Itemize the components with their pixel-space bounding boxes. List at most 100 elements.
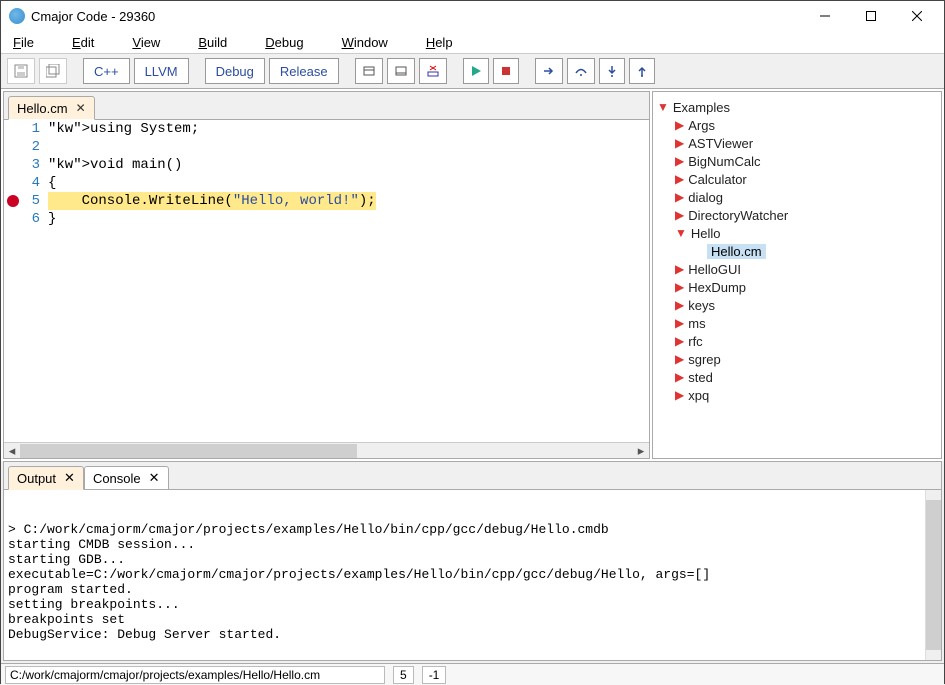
tree-node-sgrep[interactable]: ▶sgrep — [657, 350, 937, 368]
tree-leaf-Hello.cm[interactable]: Hello.cm — [657, 242, 937, 260]
tree-node-Examples[interactable]: ▼Examples — [657, 98, 937, 116]
app-icon — [9, 8, 25, 24]
tree-node-DirectoryWatcher[interactable]: ▶DirectoryWatcher — [657, 206, 937, 224]
tab-console-label: Console — [93, 471, 141, 486]
tree-node-ms[interactable]: ▶ms — [657, 314, 937, 332]
tree-node-ASTViewer[interactable]: ▶ASTViewer — [657, 134, 937, 152]
tree-node-dialog[interactable]: ▶dialog — [657, 188, 937, 206]
cancel-build-icon — [426, 64, 440, 78]
editor-tabs: Hello.cm ✕ — [4, 92, 649, 120]
line-numbers: 123456 — [24, 120, 44, 442]
backend-llvm-button[interactable]: LLVM — [134, 58, 189, 84]
step-over-button[interactable] — [567, 58, 595, 84]
build-project-button[interactable] — [387, 58, 415, 84]
chevron-right-icon: ▶ — [675, 118, 684, 132]
close-output-icon[interactable]: ✕ — [64, 470, 75, 486]
output-text[interactable]: > C:/work/cmajorm/cmajor/projects/exampl… — [4, 490, 941, 660]
main-area: Hello.cm ✕ 123456 "kw">using System;"kw"… — [1, 89, 944, 461]
menu-view[interactable]: View — [132, 35, 160, 50]
chevron-right-icon: ▶ — [675, 316, 684, 330]
step-into-button[interactable] — [599, 58, 625, 84]
solution-tree[interactable]: ▼Examples▶Args▶ASTViewer▶BigNumCalc▶Calc… — [652, 91, 942, 459]
chevron-right-icon: ▶ — [675, 190, 684, 204]
menu-help[interactable]: Help — [426, 35, 453, 50]
tab-output-label: Output — [17, 471, 56, 486]
menu-build[interactable]: Build — [198, 35, 227, 50]
build-solution-button[interactable] — [355, 58, 383, 84]
menu-file[interactable]: File — [13, 35, 34, 50]
tree-node-HexDump[interactable]: ▶HexDump — [657, 278, 937, 296]
chevron-right-icon: ▶ — [675, 352, 684, 366]
chevron-right-icon: ▶ — [675, 154, 684, 168]
config-release-button[interactable]: Release — [269, 58, 339, 84]
build-icon — [362, 64, 376, 78]
close-tab-icon[interactable]: ✕ — [76, 101, 86, 115]
config-debug-button[interactable]: Debug — [205, 58, 265, 84]
step-out-button[interactable] — [629, 58, 655, 84]
tree-node-HelloGUI[interactable]: ▶HelloGUI — [657, 260, 937, 278]
menu-window[interactable]: Window — [342, 35, 388, 50]
tree-node-Hello[interactable]: ▼Hello — [657, 224, 937, 242]
tree-node-Args[interactable]: ▶Args — [657, 116, 937, 134]
bottom-tabs: Output ✕ Console ✕ — [4, 462, 941, 490]
status-line: 5 — [393, 666, 414, 684]
chevron-right-icon: ▶ — [675, 208, 684, 222]
editor-tab-label: Hello.cm — [17, 101, 68, 116]
close-console-icon[interactable]: ✕ — [149, 470, 160, 486]
chevron-right-icon: ▶ — [675, 370, 684, 384]
chevron-right-icon: ▶ — [675, 136, 684, 150]
menu-edit[interactable]: Edit — [72, 35, 94, 50]
editor-panel: Hello.cm ✕ 123456 "kw">using System;"kw"… — [3, 91, 650, 459]
save-button[interactable] — [7, 58, 35, 84]
show-next-statement-button[interactable] — [535, 58, 563, 84]
chevron-right-icon: ▶ — [675, 388, 684, 402]
chevron-down-icon: ▼ — [675, 226, 687, 240]
breakpoint-icon[interactable] — [7, 195, 19, 207]
save-all-icon — [46, 64, 60, 78]
scroll-right-icon[interactable]: ▸ — [633, 443, 649, 459]
stop-debug-button[interactable] — [493, 58, 519, 84]
window-title: Cmajor Code - 29360 — [31, 9, 802, 24]
tab-console[interactable]: Console ✕ — [84, 466, 169, 490]
bottom-panel: Output ✕ Console ✕ > C:/work/cmajorm/cma… — [3, 461, 942, 661]
start-debug-button[interactable] — [463, 58, 489, 84]
toolbar: C++ LLVM Debug Release — [1, 53, 944, 89]
menu-bar: File Edit View Build Debug Window Help — [1, 31, 944, 53]
code-editor[interactable]: 123456 "kw">using System;"kw">void main(… — [4, 120, 649, 442]
tree-node-BigNumCalc[interactable]: ▶BigNumCalc — [657, 152, 937, 170]
tree-node-keys[interactable]: ▶keys — [657, 296, 937, 314]
close-button[interactable] — [894, 1, 940, 31]
status-bar: C:/work/cmajorm/cmajor/projects/examples… — [1, 663, 944, 685]
play-icon — [470, 65, 482, 77]
editor-tab-hello[interactable]: Hello.cm ✕ — [8, 96, 95, 120]
build-project-icon — [394, 64, 408, 78]
cancel-build-button[interactable] — [419, 58, 447, 84]
chevron-down-icon: ▼ — [657, 100, 669, 114]
save-all-button[interactable] — [39, 58, 67, 84]
code-area[interactable]: "kw">using System;"kw">void main(){ Cons… — [44, 120, 649, 442]
editor-h-scrollbar[interactable]: ◂ ▸ — [4, 442, 649, 458]
save-icon — [14, 64, 28, 78]
backend-cpp-button[interactable]: C++ — [83, 58, 130, 84]
status-col: -1 — [422, 666, 447, 684]
output-v-scrollbar[interactable] — [925, 490, 941, 660]
scroll-left-icon[interactable]: ◂ — [4, 443, 20, 459]
menu-debug[interactable]: Debug — [265, 35, 303, 50]
maximize-button[interactable] — [848, 1, 894, 31]
chevron-right-icon: ▶ — [675, 172, 684, 186]
breakpoint-gutter[interactable] — [4, 120, 24, 442]
chevron-right-icon: ▶ — [675, 262, 684, 276]
title-bar: Cmajor Code - 29360 — [1, 1, 944, 31]
arrow-right-icon — [542, 65, 556, 77]
tree-node-rfc[interactable]: ▶rfc — [657, 332, 937, 350]
step-into-icon — [606, 64, 618, 78]
tree-node-Calculator[interactable]: ▶Calculator — [657, 170, 937, 188]
step-out-icon — [636, 64, 648, 78]
minimize-button[interactable] — [802, 1, 848, 31]
step-over-icon — [574, 65, 588, 77]
chevron-right-icon: ▶ — [675, 298, 684, 312]
status-file-path: C:/work/cmajorm/cmajor/projects/examples… — [5, 666, 385, 684]
tree-node-sted[interactable]: ▶sted — [657, 368, 937, 386]
tree-node-xpq[interactable]: ▶xpq — [657, 386, 937, 404]
tab-output[interactable]: Output ✕ — [8, 466, 84, 490]
